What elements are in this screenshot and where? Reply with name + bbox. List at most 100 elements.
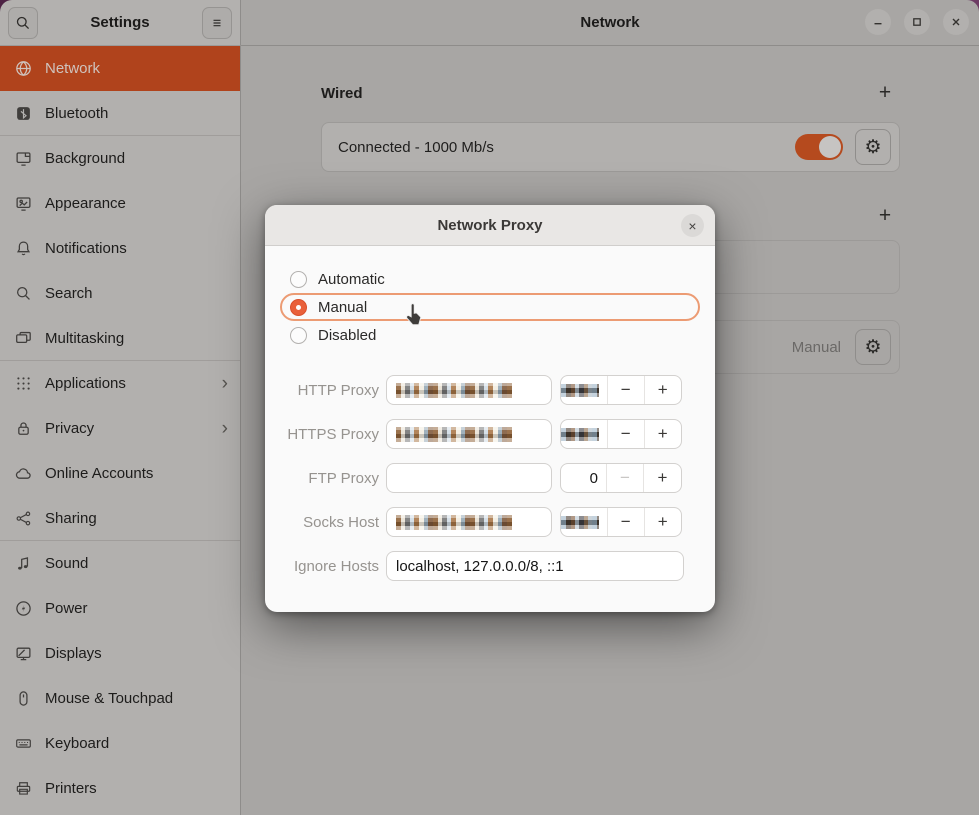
decrement-button[interactable]: − [608,420,645,448]
https-port-spinbutton: − + [560,419,682,449]
ftp-port-value[interactable]: 0 [561,464,607,492]
sidebar-item-label: Search [45,285,93,302]
sidebar-item-sharing[interactable]: Sharing [0,496,240,541]
wired-connection-row: Connected - 1000 Mb/s ⚙ [321,122,900,172]
plus-icon: + [879,204,891,228]
http-proxy-label: HTTP Proxy [280,382,379,399]
sidebar: Network Bluetooth Background [0,46,241,815]
minimize-button[interactable] [865,9,891,35]
sidebar-item-label: Keyboard [45,735,109,752]
proxy-mode-value: Manual [792,339,841,356]
printer-icon [15,780,32,797]
add-wired-connection-button[interactable]: + [870,78,900,108]
globe-icon [15,60,32,77]
https-proxy-row: HTTPS Proxy − + [280,419,700,449]
appearance-icon [15,195,32,212]
search-icon [15,285,32,302]
censored-text [396,515,512,530]
censored-text [561,516,599,529]
decrement-button[interactable]: − [608,508,645,536]
censored-text [396,427,512,442]
close-icon [949,15,963,29]
sidebar-item-label: Power [45,600,88,617]
sidebar-item-label: Printers [45,780,97,797]
sidebar-item-mouse-touchpad[interactable]: Mouse & Touchpad [0,676,240,721]
maximize-button[interactable] [904,9,930,35]
sidebar-item-appearance[interactable]: Appearance [0,181,240,226]
add-vpn-button[interactable]: + [870,201,900,231]
sidebar-item-printers[interactable]: Printers [0,766,240,811]
chevron-right-icon: › [222,419,228,438]
https-port-value[interactable] [561,420,608,448]
http-port-value[interactable] [561,376,608,404]
lock-icon [15,420,32,437]
increment-button[interactable]: + [645,508,682,536]
sidebar-title: Settings [90,14,149,31]
increment-button[interactable]: + [644,464,681,492]
proxy-option-disabled[interactable]: Disabled [280,321,700,349]
ignore-hosts-field[interactable]: localhost, 127.0.0.0/8, ::1 [386,551,684,581]
decrement-button[interactable]: − [608,376,645,404]
dialog-headerbar: Network Proxy × [265,205,715,246]
proxy-settings-button[interactable]: ⚙ [855,329,891,365]
wired-section-header: Wired + [321,74,900,112]
dialog-close-button[interactable]: × [681,214,704,237]
search-button[interactable] [8,7,38,39]
close-button[interactable] [943,9,969,35]
primary-menu-button[interactable] [202,7,232,39]
sidebar-item-bluetooth[interactable]: Bluetooth [0,91,240,136]
ignore-hosts-row: Ignore Hosts localhost, 127.0.0.0/8, ::1 [280,551,700,581]
ftp-port-spinbutton: 0 − + [560,463,682,493]
proxy-option-manual[interactable]: Manual [280,293,700,321]
increment-button[interactable]: + [645,376,682,404]
sidebar-headerbar: Settings [0,0,241,46]
background-icon [15,150,32,167]
sidebar-item-label: Multitasking [45,330,124,347]
mouse-icon [15,690,32,707]
cloud-icon [15,465,32,482]
radio-icon [290,271,307,288]
https-proxy-field[interactable] [386,419,552,449]
sidebar-item-label: Sound [45,555,88,572]
option-label: Disabled [318,327,376,344]
sidebar-item-sound[interactable]: Sound [0,541,240,586]
main-headerbar: Network [241,0,979,46]
network-proxy-dialog: Network Proxy × Automatic Manual Disable… [265,205,715,612]
ignore-hosts-value: localhost, 127.0.0.0/8, ::1 [396,558,564,575]
gear-icon: ⚙ [864,136,881,159]
sidebar-item-multitasking[interactable]: Multitasking [0,316,240,361]
socks-host-label: Socks Host [280,514,379,531]
sidebar-item-label: Displays [45,645,102,662]
apps-grid-icon [15,375,32,392]
maximize-icon [910,15,924,29]
proxy-form: HTTP Proxy − + HTTPS Proxy − + [280,375,700,581]
sidebar-item-displays[interactable]: Displays [0,631,240,676]
ftp-proxy-field[interactable] [386,463,552,493]
wired-toggle-switch[interactable] [795,134,843,160]
sidebar-item-label: Applications [45,375,126,392]
sidebar-item-notifications[interactable]: Notifications [0,226,240,271]
sidebar-item-background[interactable]: Background [0,136,240,181]
sidebar-item-privacy[interactable]: Privacy › [0,406,240,451]
wired-section-title: Wired [321,85,363,102]
censored-text [396,383,512,398]
wired-settings-button[interactable]: ⚙ [855,129,891,165]
socks-port-value[interactable] [561,508,608,536]
proxy-option-automatic[interactable]: Automatic [280,265,700,293]
sidebar-item-search[interactable]: Search [0,271,240,316]
socks-host-field[interactable] [386,507,552,537]
decrement-button[interactable]: − [607,464,644,492]
page-title: Network [580,14,639,31]
sidebar-item-power[interactable]: Power [0,586,240,631]
http-proxy-field[interactable] [386,375,552,405]
radio-icon [290,327,307,344]
sidebar-item-applications[interactable]: Applications › [0,361,240,406]
sidebar-item-label: Online Accounts [45,465,153,482]
http-port-spinbutton: − + [560,375,682,405]
increment-button[interactable]: + [645,420,682,448]
sidebar-item-network[interactable]: Network [0,46,240,91]
dialog-title: Network Proxy [437,217,542,234]
sidebar-item-online-accounts[interactable]: Online Accounts [0,451,240,496]
sidebar-item-keyboard[interactable]: Keyboard [0,721,240,766]
hamburger-icon [209,15,225,31]
